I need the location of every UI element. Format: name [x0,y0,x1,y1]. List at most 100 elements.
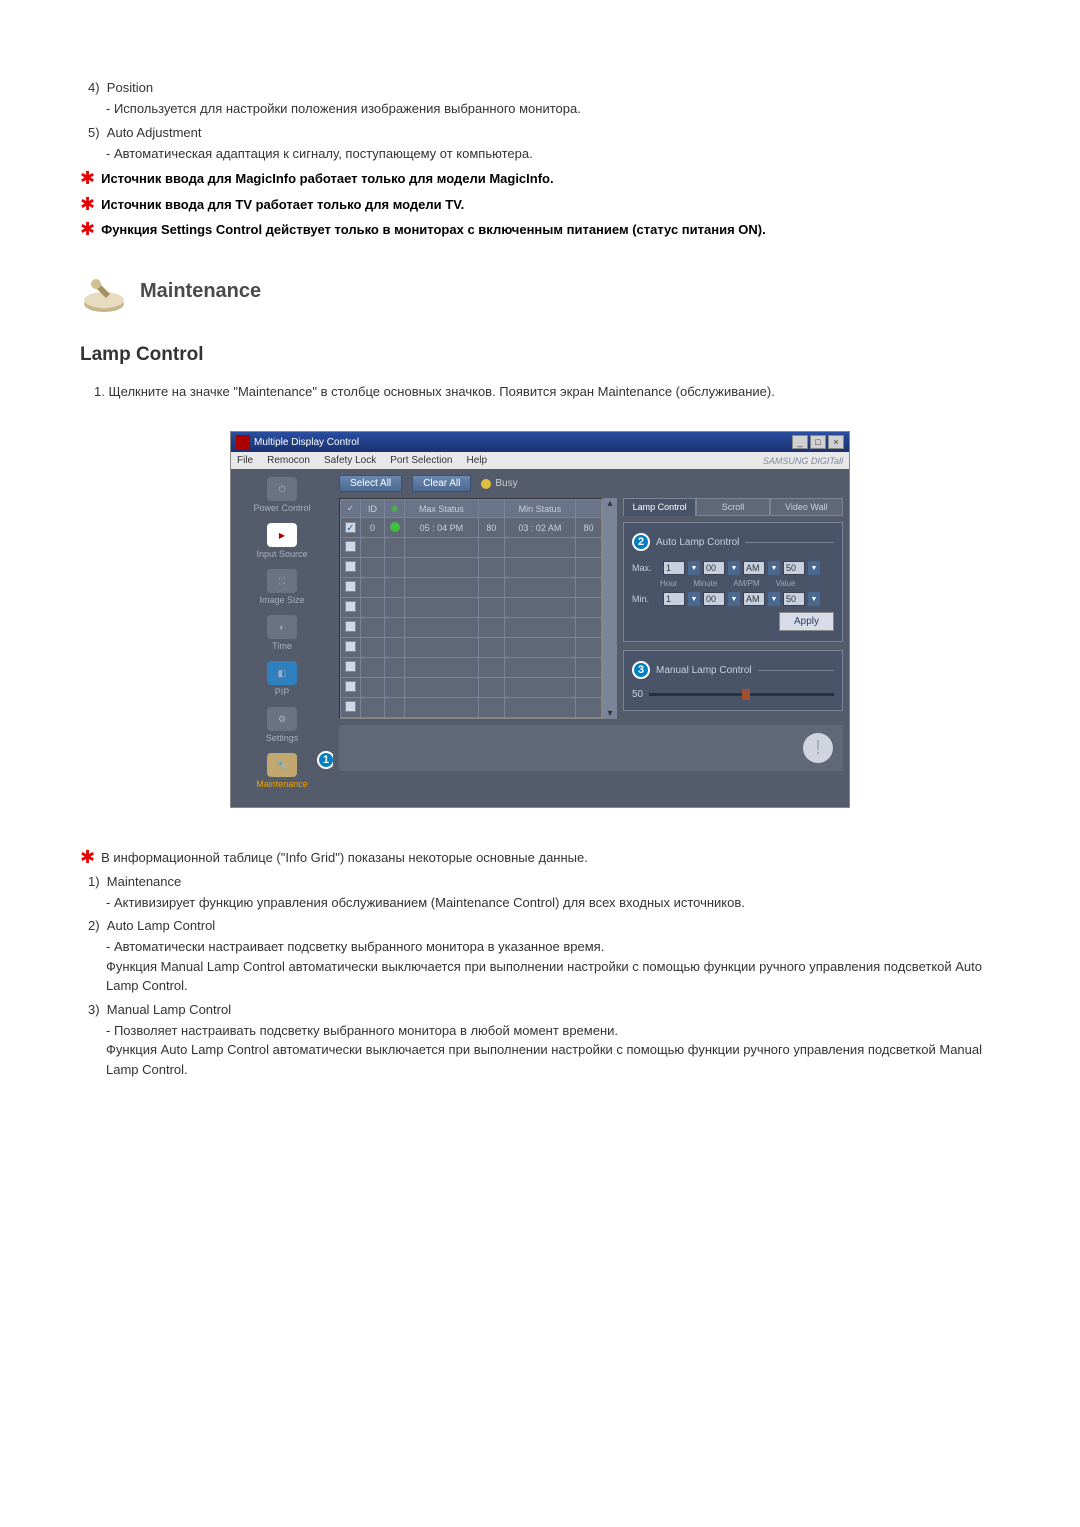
sidebar-item-pip[interactable]: ◧PIP [235,661,329,697]
info-icon[interactable]: ! [803,733,833,763]
apply-button[interactable]: Apply [779,612,834,631]
star-icon: ✱ [80,195,95,213]
sidebar-item-power-control[interactable]: ⏻Power Control [235,477,329,513]
section-header: Maintenance [80,270,1000,314]
marker-3: 3 [632,661,650,679]
dropdown-icon[interactable]: ▼ [688,561,700,575]
dropdown-icon[interactable]: ▼ [688,592,700,606]
max-hour[interactable]: 1 [663,561,685,575]
sidebar-item-time[interactable]: ◐Time [235,615,329,651]
manual-lamp-slider[interactable]: 50 [632,689,834,700]
star-icon: ✱ [80,169,95,187]
right-panel: Lamp Control Scroll Video Wall 2 Auto La… [623,498,843,719]
col-max-val[interactable] [478,500,504,518]
table-row[interactable]: 0 05 : 04 PM 80 03 : 02 AM 80 [341,518,602,538]
tab-lamp-control[interactable]: Lamp Control [623,498,696,516]
row-checkbox[interactable] [345,581,356,592]
busy-dot-icon [481,479,491,489]
table-row[interactable] [341,558,602,578]
dropdown-icon[interactable]: ▼ [728,592,740,606]
table-row[interactable] [341,618,602,638]
star-icon: ✱ [80,220,95,238]
post-2-title: 2) Auto Lamp Control [88,918,1000,933]
dropdown-icon[interactable]: ▼ [728,561,740,575]
auto-lamp-title: Auto Lamp Control [656,537,739,548]
row-checkbox[interactable] [345,601,356,612]
col-led[interactable]: ◉ [385,500,405,518]
sidebar: ⏻Power Control ▶Input Source ⛶Image Size… [231,469,333,807]
col-min-val[interactable] [576,500,602,518]
table-row[interactable] [341,638,602,658]
busy-indicator: Busy [481,478,517,489]
post-3-title: 3) Manual Lamp Control [88,1002,1000,1017]
table-row[interactable] [341,698,602,718]
sidebar-item-maintenance[interactable]: 🔧 Maintenance 1 [235,753,329,789]
item-4-desc: - Используется для настройки положения и… [106,99,1000,119]
titlebar: Multiple Display Control _ □ × [231,432,849,452]
settings-icon: ⚙ [267,707,297,731]
sidebar-item-input-source[interactable]: ▶Input Source [235,523,329,559]
row-checkbox[interactable] [345,661,356,672]
menu-safety-lock[interactable]: Safety Lock [324,455,376,466]
slider-thumb[interactable] [742,689,750,700]
info-grid: ✓ ID ◉ Max Status Min Status [339,498,603,719]
tab-video-wall[interactable]: Video Wall [770,498,843,516]
dropdown-icon[interactable]: ▼ [808,561,820,575]
row-checkbox[interactable] [345,561,356,572]
star-icon: ✱ [80,848,95,866]
dropdown-icon[interactable]: ▼ [768,592,780,606]
menu-remocon[interactable]: Remocon [267,455,310,466]
min-minute[interactable]: 00 [703,592,725,606]
table-row[interactable] [341,578,602,598]
app-icon [236,435,250,449]
max-row: Max. 1▼ 00▼ AM▼ 50▼ [632,561,834,575]
dropdown-icon[interactable]: ▼ [768,561,780,575]
pip-icon: ◧ [267,661,297,685]
table-row[interactable] [341,538,602,558]
input-icon: ▶ [267,523,297,547]
maintenance-icon: 🔧 [267,753,297,777]
table-row[interactable] [341,678,602,698]
col-max-status[interactable]: Max Status [405,500,479,518]
max-ampm[interactable]: AM [743,561,765,575]
main-area: Select All Clear All Busy ✓ ID ◉ [333,469,849,807]
min-ampm[interactable]: AM [743,592,765,606]
subsection-title: Lamp Control [80,344,1000,366]
select-all-button[interactable]: Select All [339,475,402,492]
max-minute[interactable]: 00 [703,561,725,575]
grid-scrollbar[interactable]: ▴▾ [603,498,617,719]
row-checkbox[interactable] [345,641,356,652]
item-5-desc: - Автоматическая адаптация к сигналу, по… [106,144,1000,164]
min-hour[interactable]: 1 [663,592,685,606]
row-checkbox[interactable] [345,522,356,533]
menu-port-selection[interactable]: Port Selection [390,455,452,466]
menu-help[interactable]: Help [466,455,487,466]
row-checkbox[interactable] [345,681,356,692]
image-size-icon: ⛶ [267,569,297,593]
time-icon: ◐ [267,615,297,639]
star-note-mid: ✱В информационной таблице ("Info Grid") … [80,848,1000,868]
row-checkbox[interactable] [345,621,356,632]
col-id[interactable]: ID [361,500,385,518]
star-note-1: ✱Источник ввода для MagicInfo работает т… [80,169,1000,189]
sidebar-item-settings[interactable]: ⚙Settings [235,707,329,743]
star-note-2: ✱Источник ввода для TV работает только д… [80,195,1000,215]
tab-scroll[interactable]: Scroll [696,498,769,516]
table-row[interactable] [341,658,602,678]
max-value[interactable]: 50 [783,561,805,575]
col-min-status[interactable]: Min Status [504,500,575,518]
dropdown-icon[interactable]: ▼ [808,592,820,606]
sidebar-item-image-size[interactable]: ⛶Image Size [235,569,329,605]
row-checkbox[interactable] [345,541,356,552]
table-row[interactable] [341,598,602,618]
col-check[interactable]: ✓ [341,500,361,518]
clear-all-button[interactable]: Clear All [412,475,471,492]
minimize-button[interactable]: _ [792,435,808,449]
row-checkbox[interactable] [345,701,356,712]
post-2-desc: - Автоматически настраивает подсветку вы… [106,937,1000,996]
maximize-button[interactable]: □ [810,435,826,449]
close-button[interactable]: × [828,435,844,449]
min-value[interactable]: 50 [783,592,805,606]
menu-file[interactable]: File [237,455,253,466]
top-list: 4) Position - Используется для настройки… [80,80,1000,163]
